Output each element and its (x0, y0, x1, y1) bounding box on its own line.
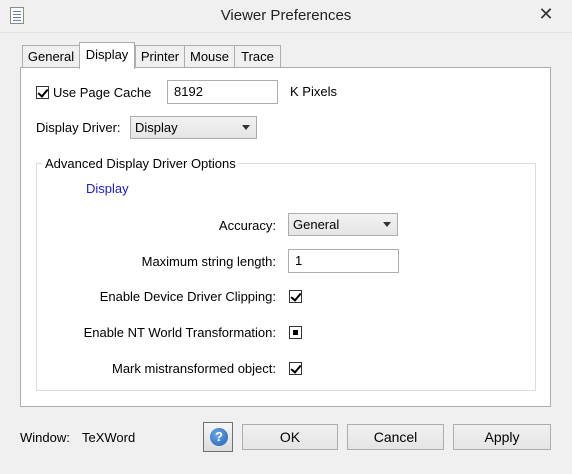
tab-general[interactable]: General (22, 45, 80, 67)
tab-display[interactable]: Display (79, 42, 135, 69)
window-label: Window: (20, 430, 70, 445)
cancel-button[interactable]: Cancel (347, 424, 444, 450)
help-button[interactable]: ? (203, 422, 233, 452)
tab-printer[interactable]: Printer (135, 45, 185, 67)
close-button[interactable]: ✕ (532, 4, 560, 24)
cache-size-input[interactable]: 8192 (167, 80, 278, 104)
use-page-cache-checkbox[interactable] (36, 86, 49, 99)
max-string-length-input[interactable]: 1 (288, 249, 399, 273)
help-icon: ? (210, 428, 228, 446)
apply-button[interactable]: Apply (453, 424, 551, 450)
enable-nt-world-checkbox[interactable] (289, 326, 302, 339)
tab-mouse[interactable]: Mouse (184, 45, 235, 67)
chevron-down-icon (383, 222, 391, 227)
display-tab-panel (20, 67, 551, 407)
ok-button[interactable]: OK (242, 424, 338, 450)
accuracy-value: General (293, 217, 340, 232)
mark-mistransformed-checkbox[interactable] (289, 362, 302, 375)
window-value: TeXWord (82, 430, 136, 445)
enable-clipping-checkbox[interactable] (289, 290, 302, 303)
display-driver-value: Display (135, 120, 178, 135)
accuracy-select[interactable]: General (288, 213, 398, 236)
display-driver-select[interactable]: Display (130, 116, 257, 139)
chevron-down-icon (242, 125, 250, 130)
tab-trace[interactable]: Trace (234, 45, 281, 67)
window-title: Viewer Preferences (220, 7, 352, 24)
